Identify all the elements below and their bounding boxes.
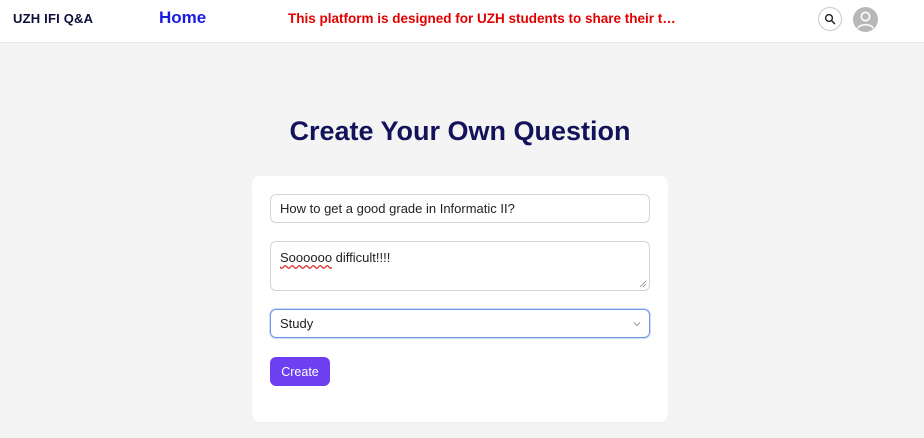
chevron-down-icon (633, 322, 641, 327)
home-link[interactable]: Home (159, 8, 206, 28)
create-button[interactable]: Create (270, 357, 330, 386)
body-text: difficult!!!! (332, 250, 391, 265)
search-icon (824, 13, 836, 25)
spellcheck-word: Soooooo (280, 250, 333, 265)
brand-logo-text[interactable]: UZH IFI Q&A (13, 11, 93, 26)
resize-handle-icon[interactable] (639, 280, 647, 288)
question-title-input[interactable] (270, 194, 650, 223)
question-form-card: Soooooo difficult!!!! Study Create (252, 176, 668, 422)
category-select[interactable]: Study (270, 309, 650, 338)
question-body-textarea[interactable]: Soooooo difficult!!!! (270, 241, 650, 291)
category-selected-value: Study (280, 316, 314, 331)
notice-banner: This platform is designed for UZH studen… (288, 11, 680, 26)
top-navbar: UZH IFI Q&A Home This platform is design… (0, 0, 924, 43)
user-avatar-icon (857, 11, 874, 29)
user-avatar[interactable] (853, 7, 878, 32)
page-title: Create Your Own Question (289, 116, 631, 146)
search-button[interactable] (818, 7, 842, 31)
